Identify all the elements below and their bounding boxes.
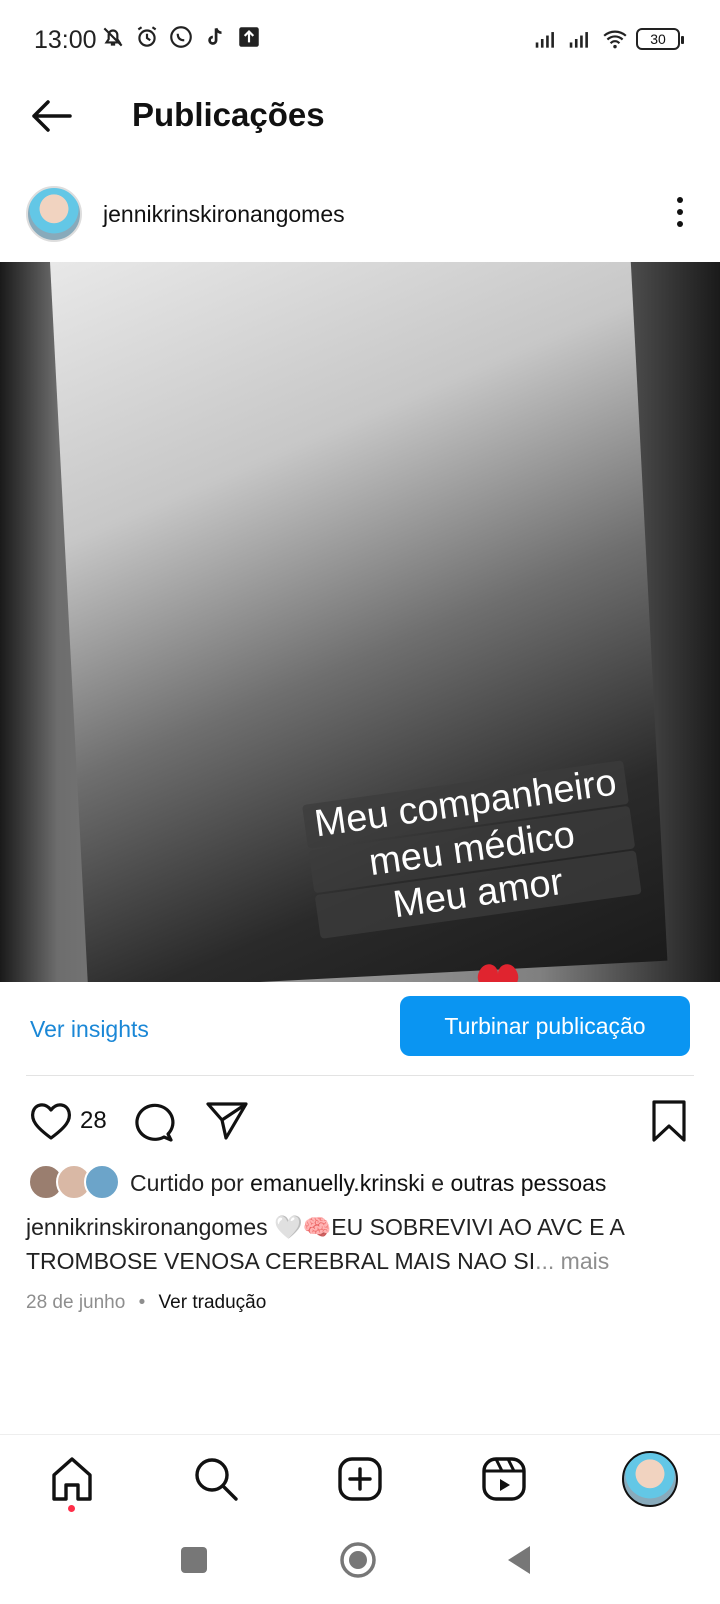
meta-separator: •	[138, 1292, 146, 1313]
home-button-icon[interactable]	[338, 1540, 378, 1580]
whatsapp-icon	[170, 26, 192, 48]
more-options-icon[interactable]	[670, 194, 690, 230]
tiktok-icon	[208, 27, 222, 45]
liked-by-prefix: Curtido por	[130, 1170, 244, 1196]
caption-username[interactable]: jennikrinskironangomes	[26, 1214, 268, 1240]
page-title: Publicações	[132, 96, 325, 133]
boost-post-button[interactable]: Turbinar publicação	[400, 996, 690, 1056]
liker-avatar	[84, 1164, 120, 1200]
heart-sticker-icon	[477, 964, 519, 982]
like-count[interactable]: 28	[80, 1107, 107, 1135]
liked-by-connector: e	[431, 1170, 445, 1196]
bookmark-icon[interactable]	[646, 1098, 692, 1144]
liked-by-row[interactable]: Curtido por emanuelly.krinski e outras p…	[0, 1164, 720, 1204]
system-navigation-bar	[0, 1524, 720, 1604]
signal-icon	[535, 32, 554, 48]
share-send-icon[interactable]	[204, 1098, 250, 1144]
back-arrow-icon[interactable]	[26, 94, 76, 138]
page-header: Publicações	[0, 80, 720, 152]
post-author-row: jennikrinskironangomes	[0, 180, 720, 250]
battery-indicator: 30	[636, 28, 684, 50]
alarm-icon	[137, 26, 157, 47]
author-avatar[interactable]	[26, 186, 82, 242]
post-caption[interactable]: jennikrinskironangomes 🤍🧠EU SOBREVIVI AO…	[26, 1210, 696, 1278]
back-triangle-icon[interactable]	[500, 1540, 540, 1580]
bell-off-icon	[103, 27, 123, 47]
see-translation-link[interactable]: Ver tradução	[159, 1292, 267, 1313]
bottom-navigation	[0, 1434, 720, 1524]
comment-icon[interactable]	[130, 1098, 176, 1144]
profile-avatar-tab[interactable]	[622, 1451, 678, 1507]
upload-icon	[239, 27, 259, 47]
post-date: 28 de junho	[26, 1292, 126, 1313]
author-username[interactable]: jennikrinskironangomes	[103, 201, 345, 228]
wifi-icon	[603, 30, 627, 49]
status-time: 13:00	[34, 26, 97, 54]
status-bar: 13:00 30	[0, 0, 720, 80]
recent-apps-icon[interactable]	[174, 1540, 214, 1580]
signal-icon	[569, 32, 588, 48]
notification-icons	[100, 24, 262, 50]
home-notification-dot	[68, 1505, 75, 1512]
divider	[26, 1075, 694, 1076]
post-actions: 28	[0, 1094, 720, 1150]
system-status-icons: 30	[534, 26, 684, 52]
insights-row: Ver insights Turbinar publicação	[0, 996, 720, 1062]
post-meta-row: 28 de junho • Ver tradução	[26, 1292, 266, 1314]
liked-by-others-link[interactable]: outras pessoas	[450, 1170, 606, 1196]
caption-more-link[interactable]: ... mais	[535, 1248, 609, 1274]
liked-by-user-link[interactable]: emanuelly.krinski	[250, 1170, 425, 1196]
liked-by-text: Curtido por emanuelly.krinski e outras p…	[130, 1170, 606, 1197]
like-heart-icon[interactable]	[28, 1098, 74, 1144]
post-image[interactable]: Meu companheiro meu médico Meu amor	[0, 262, 720, 982]
view-insights-link[interactable]: Ver insights	[30, 1016, 149, 1043]
liker-avatars	[28, 1164, 120, 1200]
search-icon[interactable]	[190, 1453, 242, 1505]
reels-icon[interactable]	[478, 1453, 530, 1505]
create-post-icon[interactable]	[334, 1453, 386, 1505]
home-icon[interactable]	[46, 1453, 98, 1505]
